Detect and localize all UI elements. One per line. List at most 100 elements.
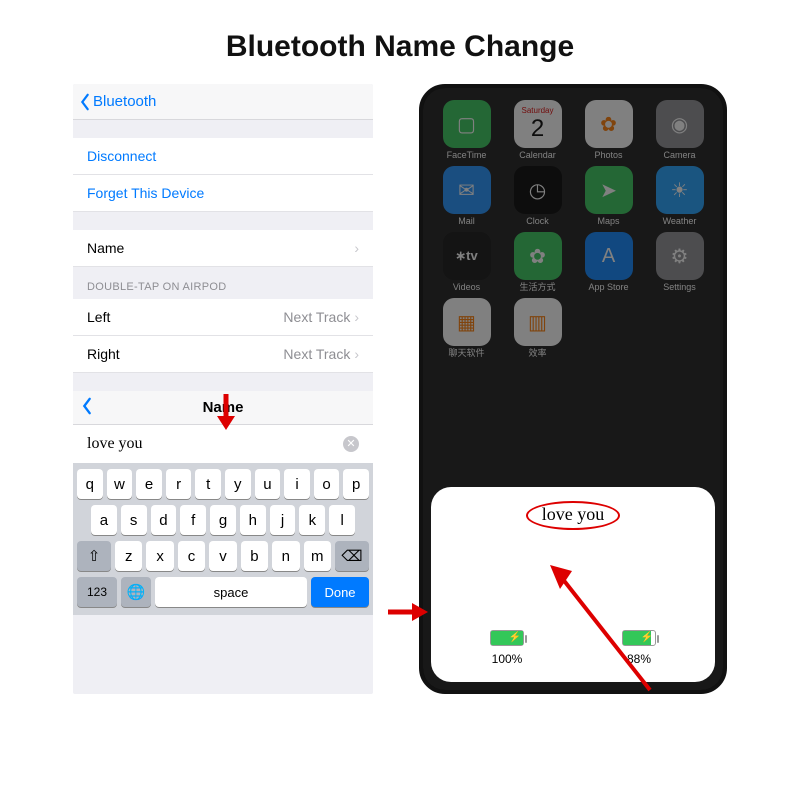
right-value: Next Track	[283, 346, 350, 362]
arrow-right-icon	[386, 600, 430, 624]
popup-device-name: love you	[526, 501, 621, 530]
app-label: Weather	[663, 217, 697, 226]
arrow-diagonal-icon	[540, 555, 660, 695]
app-videos[interactable]: ∗tv Videos	[433, 232, 500, 292]
app-weather[interactable]: ☀ Weather	[646, 166, 713, 226]
page-title: Bluetooth Name Change	[0, 0, 800, 84]
battery-percent: 100%	[492, 652, 523, 666]
disconnect-row[interactable]: Disconnect	[73, 138, 373, 175]
key-u[interactable]: u	[255, 469, 281, 499]
app-icon: A	[585, 232, 633, 280]
arrow-down-icon	[214, 392, 238, 432]
back-button[interactable]: Bluetooth	[79, 93, 156, 111]
app-facetime[interactable]: ▢FaceTime	[433, 100, 500, 160]
clear-text-button[interactable]: ✕	[343, 436, 359, 452]
name-row[interactable]: Name ›	[73, 230, 373, 267]
name-row-label: Name	[87, 240, 124, 256]
right-label: Right	[87, 346, 120, 362]
key-s[interactable]: s	[121, 505, 147, 535]
app-icon: ∗tv	[443, 232, 491, 280]
key-f[interactable]: f	[180, 505, 206, 535]
app-label: Videos	[453, 283, 480, 292]
key-h[interactable]: h	[240, 505, 266, 535]
keyboard: qwertyuiop asdfghjkl ⇧ zxcvbnm ⌫ 123 🌐 s…	[73, 463, 373, 615]
back-button[interactable]	[81, 397, 93, 419]
key-q[interactable]: q	[77, 469, 103, 499]
left-airpod-row[interactable]: Left Next Track›	[73, 299, 373, 336]
app-label: Clock	[526, 217, 549, 226]
key-i[interactable]: i	[284, 469, 310, 499]
app-icon: ✿	[514, 232, 562, 280]
app-生活方式[interactable]: ✿ 生活方式	[504, 232, 571, 292]
app-icon: ✿	[585, 100, 633, 148]
app-效率[interactable]: ▥ 效率	[504, 298, 571, 358]
key-z[interactable]: z	[115, 541, 142, 571]
name-input-value: love you	[87, 435, 143, 453]
app-icon: ➤	[585, 166, 633, 214]
key-p[interactable]: p	[343, 469, 369, 499]
chevron-left-icon	[79, 93, 91, 111]
done-key[interactable]: Done	[311, 577, 369, 607]
backspace-key[interactable]: ⌫	[335, 541, 369, 571]
app-settings[interactable]: ⚙ Settings	[646, 232, 713, 292]
chevron-left-icon	[81, 397, 93, 415]
key-l[interactable]: l	[329, 505, 355, 535]
globe-key[interactable]: 🌐	[121, 577, 151, 607]
key-x[interactable]: x	[146, 541, 173, 571]
key-g[interactable]: g	[210, 505, 236, 535]
app-camera[interactable]: ◉ Camera	[646, 100, 713, 160]
app-icon: ▢	[443, 100, 491, 148]
right-airpod-row[interactable]: Right Next Track›	[73, 336, 373, 373]
home-grid: ▢FaceTime Saturday2 Calendar ✿ Photos ◉ Camera…	[423, 88, 723, 358]
numbers-key[interactable]: 123	[77, 577, 117, 607]
battery-icon: ⚡	[490, 630, 524, 646]
app-label: Settings	[663, 283, 696, 292]
app-label: 聊天软件	[448, 349, 484, 358]
key-j[interactable]: j	[270, 505, 296, 535]
app-label: App Store	[588, 283, 628, 292]
app-maps[interactable]: ➤Maps	[575, 166, 642, 226]
key-b[interactable]: b	[241, 541, 268, 571]
app-calendar[interactable]: Saturday2 Calendar	[504, 100, 571, 160]
back-label: Bluetooth	[93, 93, 156, 110]
app-label: Camera	[663, 151, 695, 160]
app-icon: ▥	[514, 298, 562, 346]
app-icon: ⚙	[656, 232, 704, 280]
app-mail[interactable]: ✉Mail	[433, 166, 500, 226]
app-icon: Saturday2	[514, 100, 562, 148]
app-clock[interactable]: ◷Clock	[504, 166, 571, 226]
key-k[interactable]: k	[299, 505, 325, 535]
app-photos[interactable]: ✿ Photos	[575, 100, 642, 160]
app-label: 生活方式	[519, 283, 555, 292]
key-y[interactable]: y	[225, 469, 251, 499]
app-icon: ▦	[443, 298, 491, 346]
left-value: Next Track	[283, 309, 350, 325]
settings-screen: Bluetooth Disconnect Forget This Device …	[73, 84, 373, 694]
chevron-right-icon: ›	[354, 346, 359, 362]
key-a[interactable]: a	[91, 505, 117, 535]
app-icon: ☀	[656, 166, 704, 214]
app-label: 效率	[528, 349, 546, 358]
app-icon: ◉	[656, 100, 704, 148]
app-label: Mail	[458, 217, 475, 226]
nav-bar: Bluetooth	[73, 84, 373, 120]
app-聊天软件[interactable]: ▦ 聊天软件	[433, 298, 500, 358]
key-e[interactable]: e	[136, 469, 162, 499]
shift-key[interactable]: ⇧	[77, 541, 111, 571]
app-label: Photos	[594, 151, 622, 160]
key-m[interactable]: m	[304, 541, 331, 571]
left-label: Left	[87, 309, 110, 325]
key-w[interactable]: w	[107, 469, 133, 499]
chevron-right-icon: ›	[354, 309, 359, 325]
key-d[interactable]: d	[151, 505, 177, 535]
app-app-store[interactable]: A App Store	[575, 232, 642, 292]
key-c[interactable]: c	[178, 541, 205, 571]
key-r[interactable]: r	[166, 469, 192, 499]
forget-device-row[interactable]: Forget This Device	[73, 175, 373, 212]
app-label: Calendar	[519, 151, 556, 160]
space-key[interactable]: space	[155, 577, 307, 607]
key-n[interactable]: n	[272, 541, 299, 571]
key-v[interactable]: v	[209, 541, 236, 571]
key-o[interactable]: o	[314, 469, 340, 499]
key-t[interactable]: t	[195, 469, 221, 499]
